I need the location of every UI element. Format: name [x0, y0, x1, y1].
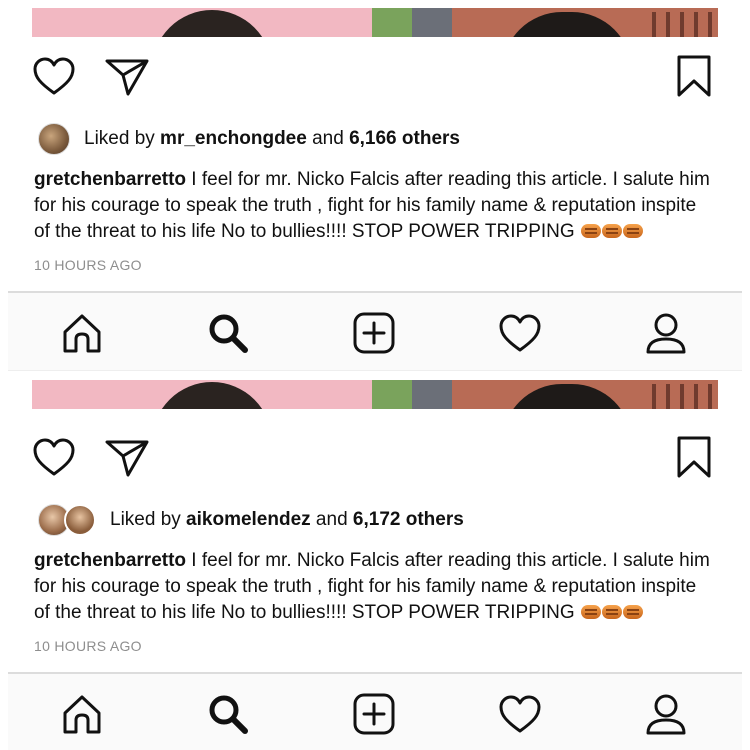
bottom-nav	[8, 672, 742, 750]
activity-heart-icon[interactable]	[490, 293, 550, 373]
profile-icon[interactable]	[636, 674, 696, 750]
post-image-building	[412, 380, 452, 409]
bookmark-icon[interactable]	[676, 54, 712, 98]
home-icon[interactable]	[52, 674, 112, 750]
post-caption: gretchenbarretto I feel for mr. Nicko Fa…	[34, 548, 714, 626]
post-image[interactable]	[32, 380, 718, 409]
paper-plane-icon[interactable]	[104, 437, 150, 479]
fist-emoji	[601, 605, 622, 619]
profile-icon[interactable]	[636, 293, 696, 373]
liker-avatar	[38, 123, 70, 155]
home-icon[interactable]	[52, 293, 112, 373]
add-post-icon[interactable]	[344, 674, 404, 750]
liker-username[interactable]: mr_enchongdee	[160, 128, 307, 149]
post-timestamp: 10 HOURS AGO	[34, 638, 142, 654]
post-actions	[32, 54, 722, 98]
caption-username[interactable]: gretchenbarretto	[34, 550, 186, 571]
post-panel-1: Liked by mr_enchongdee and 6,166 others …	[0, 0, 750, 375]
fist-emoji	[580, 224, 601, 238]
heart-icon[interactable]	[32, 56, 76, 96]
post-panel-2: Liked by aikomelendez and 6,172 others g…	[0, 375, 750, 750]
liked-by-text: Liked by mr_enchongdee and 6,166 others	[84, 128, 460, 149]
fist-emoji	[622, 224, 643, 238]
fist-emoji	[580, 605, 601, 619]
fist-emoji	[601, 224, 622, 238]
post-timestamp: 10 HOURS AGO	[34, 257, 142, 273]
paper-plane-icon[interactable]	[104, 56, 150, 98]
liker-username[interactable]: aikomelendez	[186, 509, 311, 530]
add-post-icon[interactable]	[344, 293, 404, 373]
liked-by-row[interactable]: Liked by aikomelendez and 6,172 others	[38, 503, 464, 537]
heart-icon[interactable]	[32, 437, 76, 477]
liker-avatar-secondary	[64, 504, 96, 536]
post-caption: gretchenbarretto I feel for mr. Nicko Fa…	[34, 167, 714, 245]
likes-count[interactable]: 6,166 others	[349, 128, 460, 149]
post-image-building	[412, 8, 452, 37]
fist-emoji	[622, 605, 643, 619]
activity-heart-icon[interactable]	[490, 674, 550, 750]
bookmark-icon[interactable]	[676, 435, 712, 479]
post-image-windows	[642, 12, 712, 37]
search-icon[interactable]	[198, 674, 258, 750]
likes-count[interactable]: 6,172 others	[353, 509, 464, 530]
bottom-nav	[8, 291, 742, 371]
caption-username[interactable]: gretchenbarretto	[34, 169, 186, 190]
liked-by-text: Liked by aikomelendez and 6,172 others	[110, 509, 464, 530]
post-image[interactable]	[32, 8, 718, 37]
post-image-windows	[642, 384, 712, 409]
search-icon[interactable]	[198, 293, 258, 373]
post-actions	[32, 435, 722, 479]
liked-by-row[interactable]: Liked by mr_enchongdee and 6,166 others	[38, 122, 460, 156]
